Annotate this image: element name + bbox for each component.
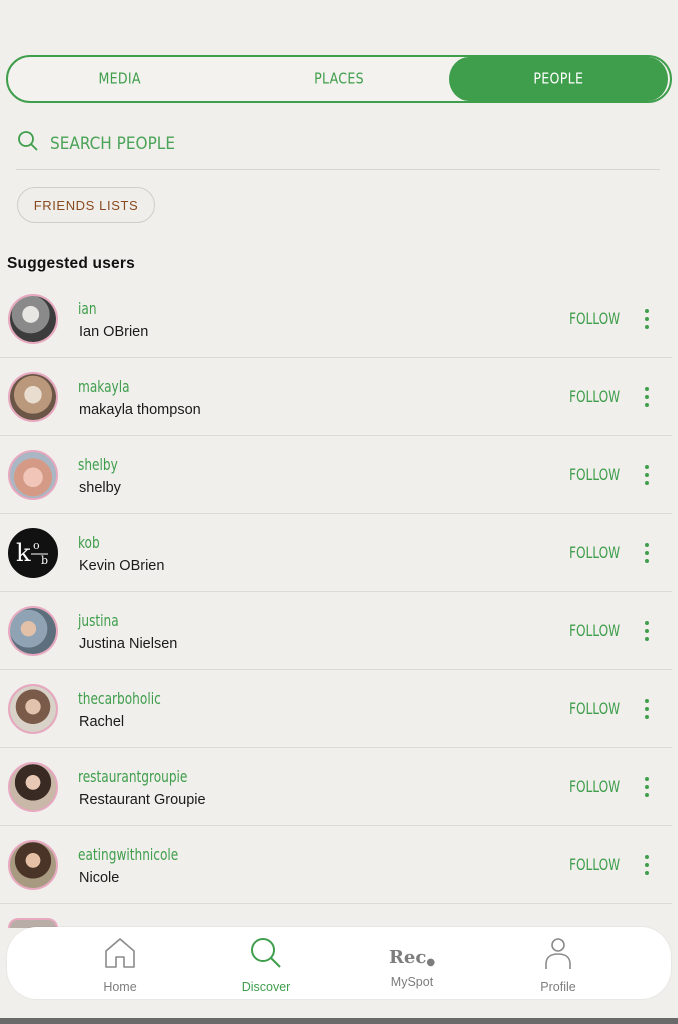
nav-myspot[interactable]: Rec ● MySpot bbox=[339, 927, 485, 999]
avatar[interactable] bbox=[8, 840, 58, 890]
follow-button[interactable]: FOLLOW bbox=[569, 700, 620, 718]
svg-text:o: o bbox=[33, 539, 40, 552]
search-bar bbox=[16, 118, 660, 170]
user-handle[interactable]: shelby bbox=[78, 456, 118, 474]
user-full-name: Justina Nielsen bbox=[79, 636, 178, 652]
more-options-icon[interactable] bbox=[639, 618, 655, 644]
more-options-icon[interactable] bbox=[639, 852, 655, 878]
user-row[interactable]: makayla makayla thompson FOLLOW bbox=[0, 358, 672, 436]
nav-label: Discover bbox=[241, 980, 291, 994]
avatar[interactable] bbox=[8, 606, 58, 656]
more-options-icon[interactable] bbox=[639, 696, 655, 722]
svg-text:k: k bbox=[16, 539, 31, 567]
follow-button[interactable]: FOLLOW bbox=[569, 778, 620, 796]
user-full-name: Nicole bbox=[79, 870, 120, 886]
tab-media[interactable]: MEDIA bbox=[10, 57, 229, 101]
user-handle[interactable]: thecarboholic bbox=[78, 690, 161, 708]
nav-label: Home bbox=[103, 980, 137, 994]
window-bottom-edge bbox=[0, 1018, 678, 1024]
avatar[interactable]: k o b bbox=[8, 528, 58, 578]
search-icon bbox=[16, 129, 40, 158]
more-options-icon[interactable] bbox=[639, 462, 655, 488]
follow-button[interactable]: FOLLOW bbox=[569, 622, 620, 640]
user-row[interactable]: justina Justina Nielsen FOLLOW bbox=[0, 592, 672, 670]
user-row[interactable]: eatingwithnicole Nicole FOLLOW bbox=[0, 826, 672, 904]
avatar[interactable] bbox=[8, 762, 58, 812]
more-options-icon[interactable] bbox=[639, 774, 655, 800]
avatar[interactable] bbox=[8, 372, 58, 422]
bottom-navigation: Home Discover Rec ● MySpot Profile bbox=[7, 927, 671, 999]
user-row[interactable]: k o b kob Kevin OBrien FOLLOW bbox=[0, 514, 672, 592]
more-options-icon[interactable] bbox=[639, 306, 655, 332]
svg-text:b: b bbox=[41, 554, 48, 567]
follow-button[interactable]: FOLLOW bbox=[569, 388, 620, 406]
avatar[interactable] bbox=[8, 294, 58, 344]
user-row[interactable]: thecarboholic Rachel FOLLOW bbox=[0, 670, 672, 748]
user-full-name: Rachel bbox=[79, 714, 125, 730]
nav-home[interactable]: Home bbox=[47, 927, 193, 999]
tab-people[interactable]: PEOPLE bbox=[448, 57, 668, 101]
user-handle[interactable]: eatingwithnicole bbox=[78, 846, 178, 864]
user-handle[interactable]: ian bbox=[78, 300, 97, 318]
user-full-name: Ian OBrien bbox=[79, 324, 149, 340]
home-icon bbox=[103, 936, 137, 975]
profile-icon bbox=[541, 936, 575, 975]
more-options-icon[interactable] bbox=[639, 384, 655, 410]
user-row[interactable]: restaurantgroupie Restaurant Groupie FOL… bbox=[0, 748, 672, 826]
user-full-name: Restaurant Groupie bbox=[79, 792, 206, 808]
user-row[interactable]: ian Ian OBrien FOLLOW bbox=[0, 280, 672, 358]
rec-logo: Rec ● bbox=[388, 947, 436, 968]
follow-button[interactable]: FOLLOW bbox=[569, 310, 620, 328]
more-options-icon[interactable] bbox=[639, 540, 655, 566]
follow-button[interactable]: FOLLOW bbox=[569, 856, 620, 874]
search-input[interactable] bbox=[50, 128, 610, 159]
avatar[interactable] bbox=[8, 684, 58, 734]
search-icon bbox=[249, 936, 283, 975]
user-row[interactable]: shelby shelby FOLLOW bbox=[0, 436, 672, 514]
user-full-name: shelby bbox=[79, 480, 121, 496]
follow-button[interactable]: FOLLOW bbox=[569, 466, 620, 484]
nav-discover[interactable]: Discover bbox=[193, 927, 339, 999]
follow-button[interactable]: FOLLOW bbox=[569, 544, 620, 562]
nav-label: MySpot bbox=[390, 975, 434, 989]
user-handle[interactable]: makayla bbox=[78, 378, 130, 396]
user-handle[interactable]: kob bbox=[78, 534, 100, 552]
user-handle[interactable]: justina bbox=[78, 612, 119, 630]
segmented-tabs: MEDIA PLACES PEOPLE bbox=[6, 55, 672, 103]
friends-lists-button[interactable]: FRIENDS LISTS bbox=[17, 187, 155, 223]
kob-logo: k o b bbox=[16, 539, 48, 567]
user-full-name: makayla thompson bbox=[79, 402, 201, 418]
user-full-name: Kevin OBrien bbox=[79, 558, 165, 574]
user-handle[interactable]: restaurantgroupie bbox=[78, 768, 187, 786]
rec-logo-text: Rec bbox=[388, 947, 427, 968]
avatar[interactable] bbox=[8, 450, 58, 500]
user-list: ian Ian OBrien FOLLOW makayla makayla th… bbox=[0, 280, 672, 904]
section-title: Suggested users bbox=[7, 255, 135, 272]
tab-places[interactable]: PLACES bbox=[229, 57, 448, 101]
nav-profile[interactable]: Profile bbox=[485, 927, 631, 999]
nav-label: Profile bbox=[540, 980, 576, 994]
